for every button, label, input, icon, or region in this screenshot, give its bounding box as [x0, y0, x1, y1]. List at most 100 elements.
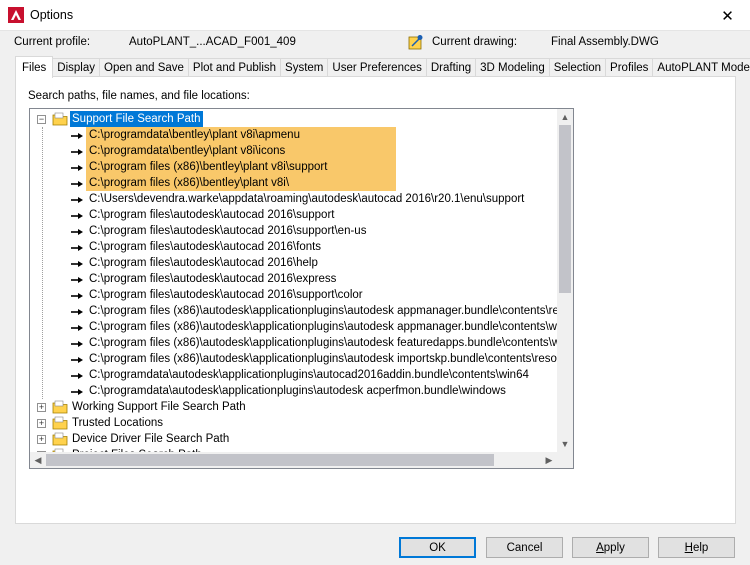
expand-icon[interactable]: + — [37, 403, 46, 412]
tab-plot-and-publish[interactable]: Plot and Publish — [188, 58, 282, 77]
path-row[interactable]: C:\program files\autodesk\autocad 2016\e… — [30, 271, 559, 287]
tab-profiles[interactable]: Profiles — [606, 58, 654, 77]
path-text: C:\program files (x86)\autodesk\applicat… — [89, 353, 574, 365]
path-arrow-icon — [70, 227, 84, 235]
title-bar: Options ✕ — [0, 0, 750, 31]
tree-node-label: Trusted Locations — [72, 417, 163, 429]
path-arrow-icon — [70, 387, 84, 395]
expand-icon[interactable]: + — [37, 419, 46, 428]
path-text: C:\programdata\bentley\plant v8i\icons — [89, 145, 286, 157]
tree-node[interactable]: + Trusted Locations — [30, 415, 559, 431]
tab-user-preferences[interactable]: User Preferences — [328, 58, 427, 77]
tree-node[interactable]: − Support File Search Path — [30, 111, 559, 127]
tab-open-and-save[interactable]: Open and Save — [100, 58, 189, 77]
path-row[interactable]: C:\program files\autodesk\autocad 2016\s… — [30, 223, 559, 239]
path-arrow-icon — [70, 323, 84, 331]
path-row[interactable]: C:\Users\devendra.warke\appdata\roaming\… — [30, 191, 559, 207]
collapse-icon[interactable]: − — [37, 115, 46, 124]
path-row[interactable]: C:\program files\autodesk\autocad 2016\s… — [30, 207, 559, 223]
files-panel: Search paths, file names, and file locat… — [15, 76, 736, 524]
tab-3d-modeling[interactable]: 3D Modeling — [476, 58, 550, 77]
tab-selection[interactable]: Selection — [549, 58, 607, 77]
horizontal-scrollbar[interactable]: ◀ ▶ — [30, 452, 573, 468]
path-text: C:\program files\autodesk\autocad 2016\h… — [89, 257, 318, 269]
tab-autoplant-modeler[interactable]: AutoPLANT Modeler — [653, 58, 750, 77]
folder-icon — [52, 400, 68, 414]
tree-node[interactable]: + Working Support File Search Path — [30, 399, 559, 415]
path-arrow-icon — [70, 195, 84, 203]
path-row[interactable]: C:\program files (x86)\bentley\plant v8i… — [30, 159, 559, 175]
path-text: C:\Users\devendra.warke\appdata\roaming\… — [89, 193, 525, 205]
path-arrow-icon — [70, 211, 84, 219]
button-label-part: Cancel — [506, 541, 543, 554]
path-text: C:\program files (x86)\autodesk\applicat… — [89, 305, 574, 317]
path-row[interactable]: C:\program files (x86)\autodesk\applicat… — [30, 319, 573, 335]
path-text: C:\program files\autodesk\autocad 2016\s… — [89, 225, 367, 237]
path-arrow-icon — [70, 339, 84, 347]
path-arrow-icon — [70, 259, 84, 267]
autocad-logo-icon — [8, 7, 24, 23]
path-row[interactable]: C:\program files (x86)\bentley\plant v8i… — [30, 175, 559, 191]
path-text: C:\program files\autodesk\autocad 2016\e… — [89, 273, 337, 285]
path-text: C:\program files (x86)\autodesk\applicat… — [89, 321, 574, 333]
tree-node-label: Working Support File Search Path — [72, 401, 246, 413]
vertical-scroll-thumb[interactable] — [559, 125, 571, 293]
path-arrow-icon — [70, 307, 84, 315]
button-access-key: A — [596, 541, 604, 554]
tab-display[interactable]: Display — [53, 58, 100, 77]
apply-button[interactable]: Apply — [572, 537, 649, 558]
tree-node[interactable]: + Device Driver File Search Path — [30, 431, 559, 447]
path-text: C:\programdata\autodesk\applicationplugi… — [89, 385, 506, 397]
drawing-file-icon — [408, 35, 423, 50]
path-row[interactable]: C:\program files (x86)\autodesk\applicat… — [30, 303, 573, 319]
path-text: C:\program files (x86)\autodesk\applicat… — [89, 337, 574, 349]
folder-icon — [52, 112, 68, 126]
current-profile-value: AutoPLANT_...ACAD_F001_409 — [129, 36, 296, 48]
file-tree[interactable]: − Support File Search Path C:\programdata\… — [29, 108, 574, 469]
path-arrow-icon — [70, 179, 84, 187]
help-button[interactable]: Help — [658, 537, 735, 558]
path-row[interactable]: C:\program files (x86)\autodesk\applicat… — [30, 351, 573, 367]
expand-icon[interactable]: + — [37, 435, 46, 444]
path-text: C:\programdata\autodesk\applicationplugi… — [89, 369, 529, 381]
scroll-up-icon[interactable]: ▲ — [557, 109, 573, 125]
button-label-part: OK — [429, 541, 446, 554]
path-text: C:\programdata\bentley\plant v8i\apmenu — [89, 129, 300, 141]
path-arrow-icon — [70, 147, 84, 155]
scroll-down-icon[interactable]: ▼ — [557, 436, 573, 452]
folder-icon — [52, 432, 68, 446]
tab-strip: Files Display Open and Save Plot and Publis… — [15, 56, 750, 78]
tab-system[interactable]: System — [281, 58, 329, 77]
close-button[interactable]: ✕ — [705, 0, 750, 31]
horizontal-scroll-thumb[interactable] — [46, 454, 494, 466]
path-row[interactable]: C:\program files\autodesk\autocad 2016\h… — [30, 255, 559, 271]
path-row[interactable]: C:\programdata\bentley\plant v8i\apmenu — [30, 127, 559, 143]
path-row[interactable]: C:\programdata\bentley\plant v8i\icons — [30, 143, 559, 159]
path-row[interactable]: C:\program files\autodesk\autocad 2016\s… — [30, 287, 559, 303]
tab-drafting[interactable]: Drafting — [426, 58, 477, 77]
current-drawing-value: Final Assembly.DWG — [551, 36, 659, 48]
path-arrow-icon — [70, 355, 84, 363]
close-icon: ✕ — [721, 7, 734, 25]
cancel-button[interactable]: Cancel — [486, 537, 563, 558]
profile-row: Current profile: AutoPLANT_...ACAD_F001_… — [0, 35, 750, 54]
path-row[interactable]: C:\programdata\autodesk\applicationplugi… — [30, 367, 559, 383]
scroll-left-icon[interactable]: ◀ — [30, 452, 46, 468]
path-text: C:\program files\autodesk\autocad 2016\s… — [89, 209, 335, 221]
path-text: C:\program files\autodesk\autocad 2016\f… — [89, 241, 322, 253]
current-profile-label: Current profile: — [14, 36, 91, 48]
path-row[interactable]: C:\program files\autodesk\autocad 2016\f… — [30, 239, 559, 255]
current-drawing-label: Current drawing: — [432, 36, 518, 48]
ok-button[interactable]: OK — [399, 537, 476, 558]
scroll-right-icon[interactable]: ▶ — [541, 452, 557, 468]
path-row[interactable]: C:\program files (x86)\autodesk\applicat… — [30, 335, 573, 351]
path-text: C:\program files (x86)\bentley\plant v8i… — [89, 177, 290, 189]
panel-label: Search paths, file names, and file locat… — [28, 90, 250, 102]
button-access-key: H — [684, 541, 693, 554]
path-row[interactable]: C:\programdata\autodesk\applicationplugi… — [30, 383, 559, 399]
path-text: C:\program files\autodesk\autocad 2016\s… — [89, 289, 363, 301]
window-title: Options — [30, 8, 74, 22]
tab-files[interactable]: Files — [15, 56, 54, 78]
vertical-scrollbar[interactable]: ▲ ▼ — [557, 109, 573, 452]
tree-node-label: Device Driver File Search Path — [72, 433, 230, 445]
